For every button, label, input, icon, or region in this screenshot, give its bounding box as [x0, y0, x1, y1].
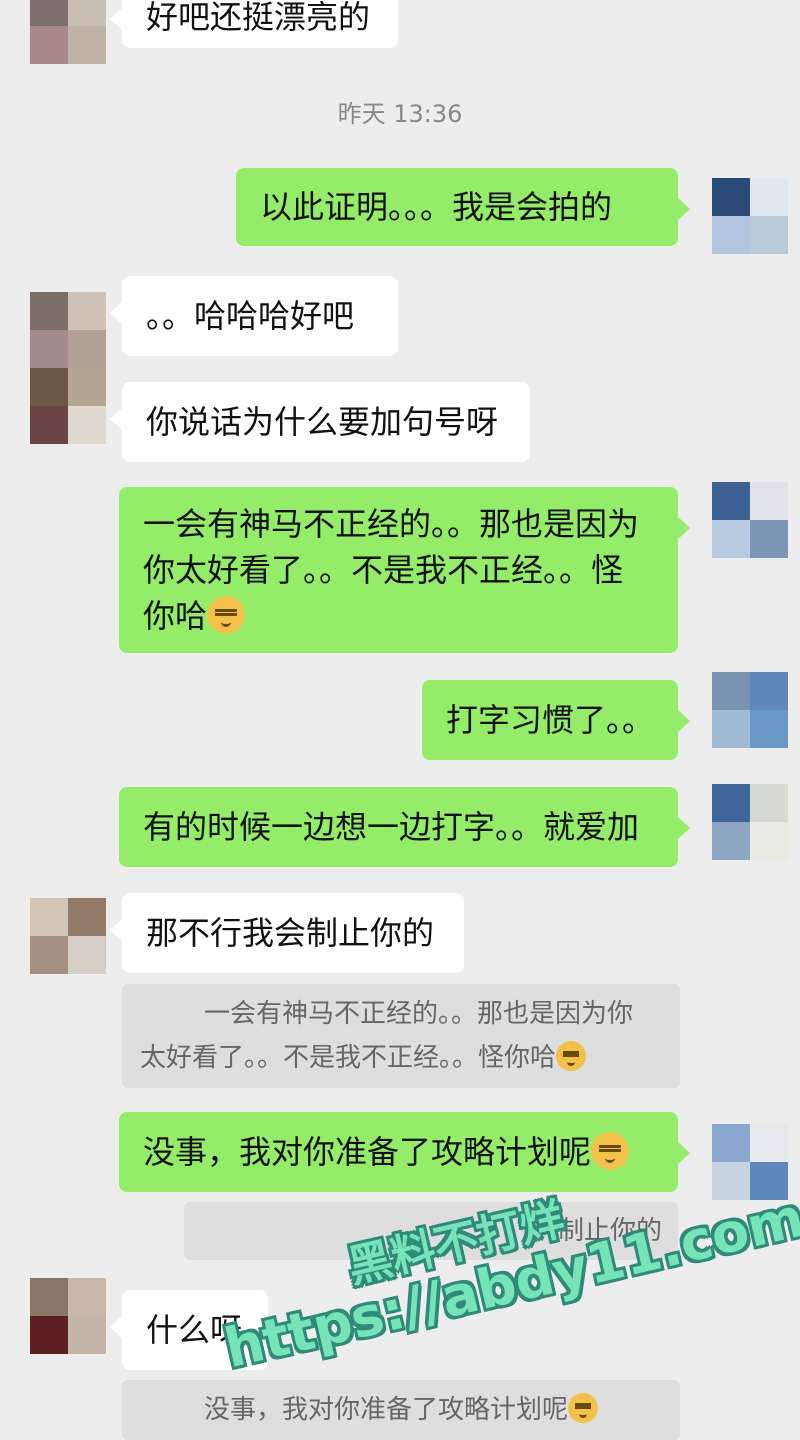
message-bubble-received[interactable]: 那不行我会制止你的	[110, 893, 464, 973]
message-text-line: 一会有神马不正经的。。那也是因为	[143, 505, 640, 543]
message-bubble-sent[interactable]: 一会有神马不正经的。。那也是因为 你太好看了。。不是我不正经。。怪 你哈	[119, 487, 690, 653]
message-text: 。。哈哈哈好吧	[146, 297, 355, 335]
message-bubble-received[interactable]: 。。哈哈哈好吧	[110, 276, 398, 356]
message-text: 什么呀	[146, 1311, 243, 1349]
doge-emoji-icon	[568, 1393, 599, 1423]
message-bubble-received[interactable]: 什么呀	[110, 1290, 268, 1370]
doge-emoji-icon	[556, 1041, 587, 1071]
contact-avatar[interactable]	[30, 1278, 106, 1354]
user-avatar[interactable]	[712, 784, 788, 860]
contact-avatar[interactable]	[30, 898, 106, 974]
message-bubble-sent[interactable]: 打字习惯了。。	[422, 680, 690, 760]
quoted-text-line: 太好看了。。不是我不正经。。怪你哈	[140, 1036, 664, 1080]
user-avatar[interactable]	[712, 178, 788, 254]
message-bubble-received[interactable]: 好吧还挺漂亮的	[110, 0, 398, 48]
message-text-line: 你太好看了。。不是我不正经。。怪	[143, 551, 624, 589]
message-text: 以此证明。。。我是会拍的	[260, 188, 613, 226]
doge-emoji-icon	[591, 1132, 630, 1170]
contact-avatar[interactable]	[30, 0, 106, 64]
quoted-message[interactable]: 一会有神马不正经的。。那也是因为你 太好看了。。不是我不正经。。怪你哈	[122, 984, 680, 1088]
quoted-text: 太好看了。。不是我不正经。。怪你哈	[140, 1043, 557, 1073]
message-text: 那不行我会制止你的	[146, 914, 435, 952]
doge-emoji-icon	[207, 596, 246, 634]
chat-timestamp: 昨天 13:36	[337, 100, 463, 128]
quoted-message[interactable]: 没事，我对你准备了攻略计划呢	[122, 1380, 680, 1440]
message-bubble-sent[interactable]: 有的时候一边想一边打字。。就爱加	[119, 787, 690, 867]
quoted-text: 制止你的	[557, 1216, 662, 1246]
quoted-text: 没事，我对你准备了攻略计划呢	[204, 1395, 569, 1425]
message-bubble-received[interactable]: 你说话为什么要加句号呀	[110, 382, 530, 462]
contact-avatar[interactable]	[30, 292, 106, 444]
message-bubble-sent[interactable]: 没事，我对你准备了攻略计划呢	[119, 1112, 690, 1192]
message-text: 你说话为什么要加句号呀	[146, 403, 499, 441]
quoted-text-line: 一会有神马不正经的。。那也是因为你	[204, 999, 634, 1029]
message-text: 好吧还挺漂亮的	[146, 0, 371, 36]
message-bubble-sent[interactable]: 以此证明。。。我是会拍的	[236, 168, 690, 246]
message-text: 没事，我对你准备了攻略计划呢	[143, 1133, 592, 1171]
message-text: 打字习惯了。。	[446, 701, 655, 739]
message-text-line: 你哈	[143, 593, 654, 639]
quoted-message[interactable]: 制止你的	[184, 1202, 678, 1260]
message-text: 你哈	[143, 597, 208, 635]
user-avatar[interactable]	[712, 1124, 788, 1200]
user-avatar[interactable]	[712, 482, 788, 558]
user-avatar[interactable]	[712, 672, 788, 748]
message-text: 有的时候一边想一边打字。。就爱加	[143, 808, 640, 846]
